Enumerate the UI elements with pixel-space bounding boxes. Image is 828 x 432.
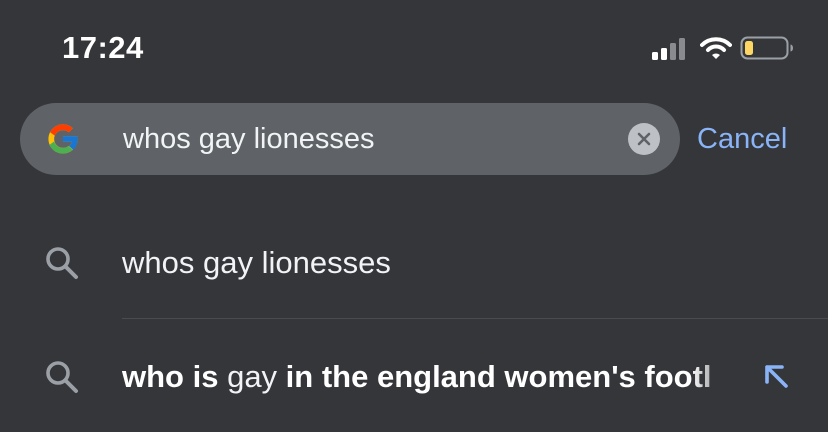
status-bar: 17:24 bbox=[0, 0, 828, 90]
suggestion-text: who is gay in the england women's footl bbox=[122, 322, 750, 432]
suggestion-text-match: gay bbox=[227, 359, 278, 394]
cancel-button[interactable]: Cancel bbox=[697, 103, 787, 175]
text-fade bbox=[690, 322, 760, 432]
suggestion-text-bold: in the england women's footl bbox=[277, 359, 712, 394]
suggestion-text-bold: who is bbox=[122, 359, 228, 394]
fill-query-arrow-icon[interactable] bbox=[760, 360, 792, 392]
battery-low-icon bbox=[740, 36, 793, 60]
suggestion-item[interactable]: whos gay lionesses bbox=[0, 208, 828, 318]
search-input[interactable]: whos gay lionesses bbox=[123, 103, 374, 175]
clear-search-button[interactable] bbox=[628, 123, 660, 155]
google-g-icon bbox=[48, 124, 79, 154]
suggestion-text: whos gay lionesses bbox=[122, 245, 391, 280]
status-time: 17:24 bbox=[62, 30, 144, 65]
clear-icon bbox=[637, 132, 651, 146]
wifi-icon bbox=[700, 37, 732, 59]
search-bar[interactable]: whos gay lionesses bbox=[20, 103, 680, 175]
suggestion-item[interactable]: who is gay in the england women's footl bbox=[0, 322, 828, 432]
divider bbox=[122, 318, 828, 319]
cellular-signal-icon bbox=[652, 38, 692, 60]
search-icon bbox=[46, 247, 78, 279]
search-icon bbox=[46, 361, 78, 393]
